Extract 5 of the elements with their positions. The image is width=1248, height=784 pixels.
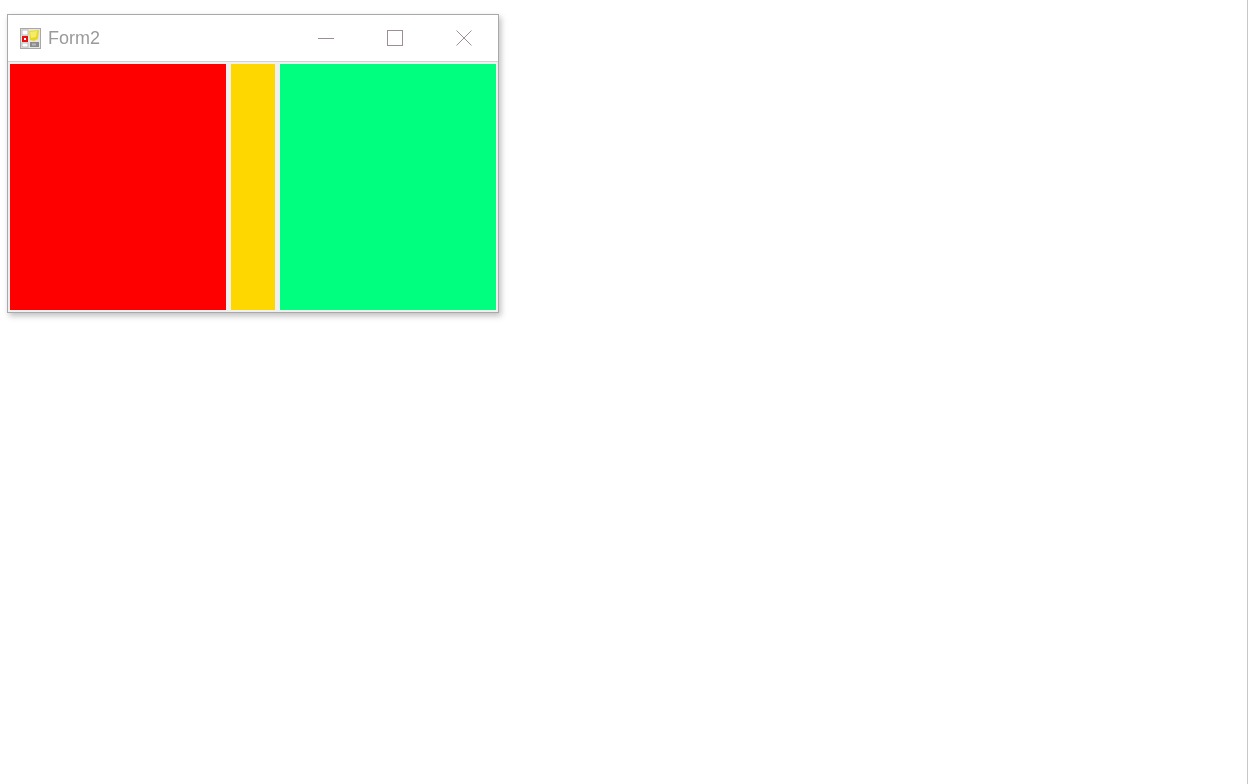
window-title: Form2 bbox=[48, 29, 100, 47]
app-icon bbox=[20, 27, 41, 49]
minimize-icon bbox=[317, 37, 334, 39]
close-icon bbox=[455, 30, 472, 46]
maximize-icon bbox=[386, 30, 403, 46]
